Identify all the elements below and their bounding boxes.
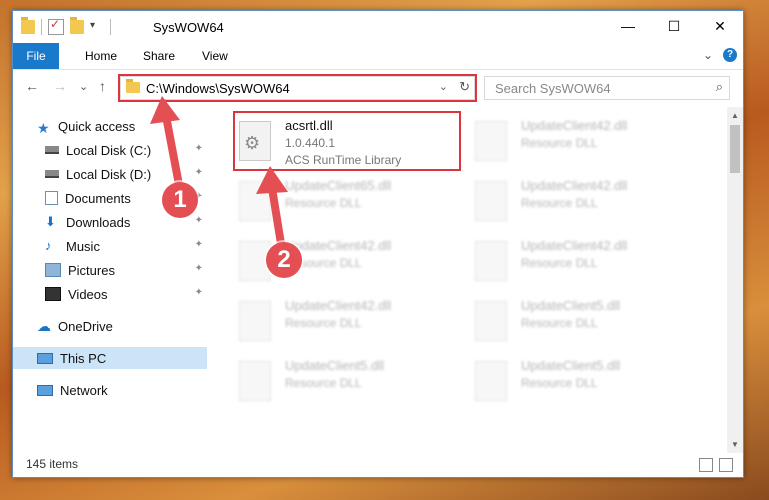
annotation-overlay: [150, 96, 288, 254]
arrow-1: [150, 96, 184, 194]
arrow-2: [256, 166, 288, 254]
step-1-badge: 1: [162, 182, 198, 218]
step-2-badge: 2: [266, 242, 302, 278]
